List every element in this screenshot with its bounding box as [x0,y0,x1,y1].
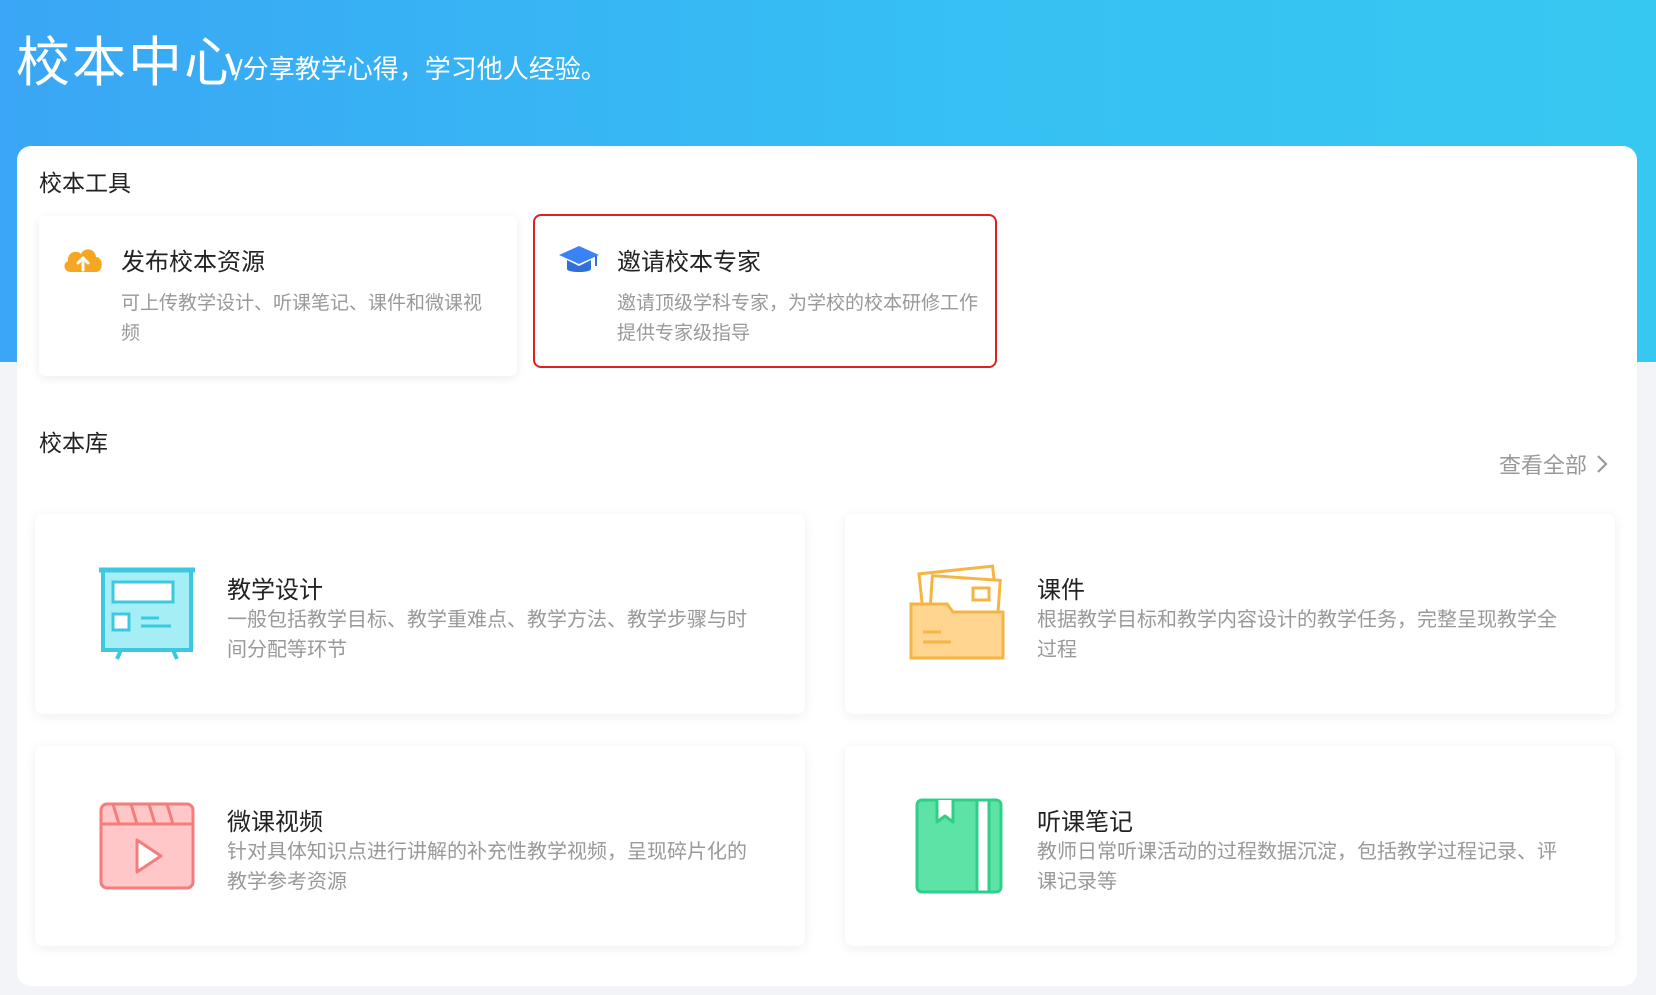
notebook-icon [915,798,1003,894]
library-name: 教学设计 [227,576,323,604]
library-name: 听课笔记 [1037,808,1133,836]
page-title: 校本中心 [16,31,240,94]
page-subtitle: /分享教学心得，学习他人经验。 [234,55,607,85]
library-desc: 一般包括教学目标、教学重难点、教学方法、教学步骤与时间分配等环节 [227,607,747,661]
presentation-board-icon [99,567,195,660]
main-panel: 校本工具 发布校本资源 可上传教学设计、听课笔记、课件和微课视频 邀请校本专家 … [17,146,1637,986]
cloud-upload-icon [64,249,102,272]
tool-card-invite-expert[interactable]: 邀请校本专家 邀请顶级学科专家，为学校的校本研修工作提供专家级指导 [533,214,997,368]
library-card-courseware[interactable]: 课件 根据教学目标和教学内容设计的教学任务，完整呈现教学全过程 [845,514,1615,714]
graduation-cap-icon [559,246,599,272]
tools-section-title: 校本工具 [39,171,131,197]
tool-name: 发布校本资源 [121,248,265,276]
tool-card-publish-resource[interactable]: 发布校本资源 可上传教学设计、听课笔记、课件和微课视频 [39,216,517,376]
library-desc: 根据教学目标和教学内容设计的教学任务，完整呈现教学全过程 [1037,607,1557,661]
folder-icon [909,564,1005,660]
view-all-label: 查看全部 [1498,454,1587,479]
library-name: 微课视频 [227,808,323,836]
chevron-right-icon [1597,455,1608,473]
library-card-micro-video[interactable]: 微课视频 针对具体知识点进行讲解的补充性教学视频，呈现碎片化的教学参考资源 [35,746,805,946]
library-section-title: 校本库 [39,431,108,457]
library-desc: 针对具体知识点进行讲解的补充性教学视频，呈现碎片化的教学参考资源 [227,839,747,893]
tool-desc: 邀请顶级学科专家，为学校的校本研修工作提供专家级指导 [617,292,979,344]
tool-name: 邀请校本专家 [617,248,761,276]
library-card-teaching-design[interactable]: 教学设计 一般包括教学目标、教学重难点、教学方法、教学步骤与时间分配等环节 [35,514,805,714]
library-name: 课件 [1037,576,1085,604]
tool-desc: 可上传教学设计、听课笔记、课件和微课视频 [121,292,483,344]
view-all-link[interactable]: 查看全部 [1499,448,1609,480]
video-play-icon [99,802,195,890]
library-desc: 教师日常听课活动的过程数据沉淀，包括教学过程记录、评课记录等 [1037,839,1557,893]
library-card-lecture-notes[interactable]: 听课笔记 教师日常听课活动的过程数据沉淀，包括教学过程记录、评课记录等 [845,746,1615,946]
